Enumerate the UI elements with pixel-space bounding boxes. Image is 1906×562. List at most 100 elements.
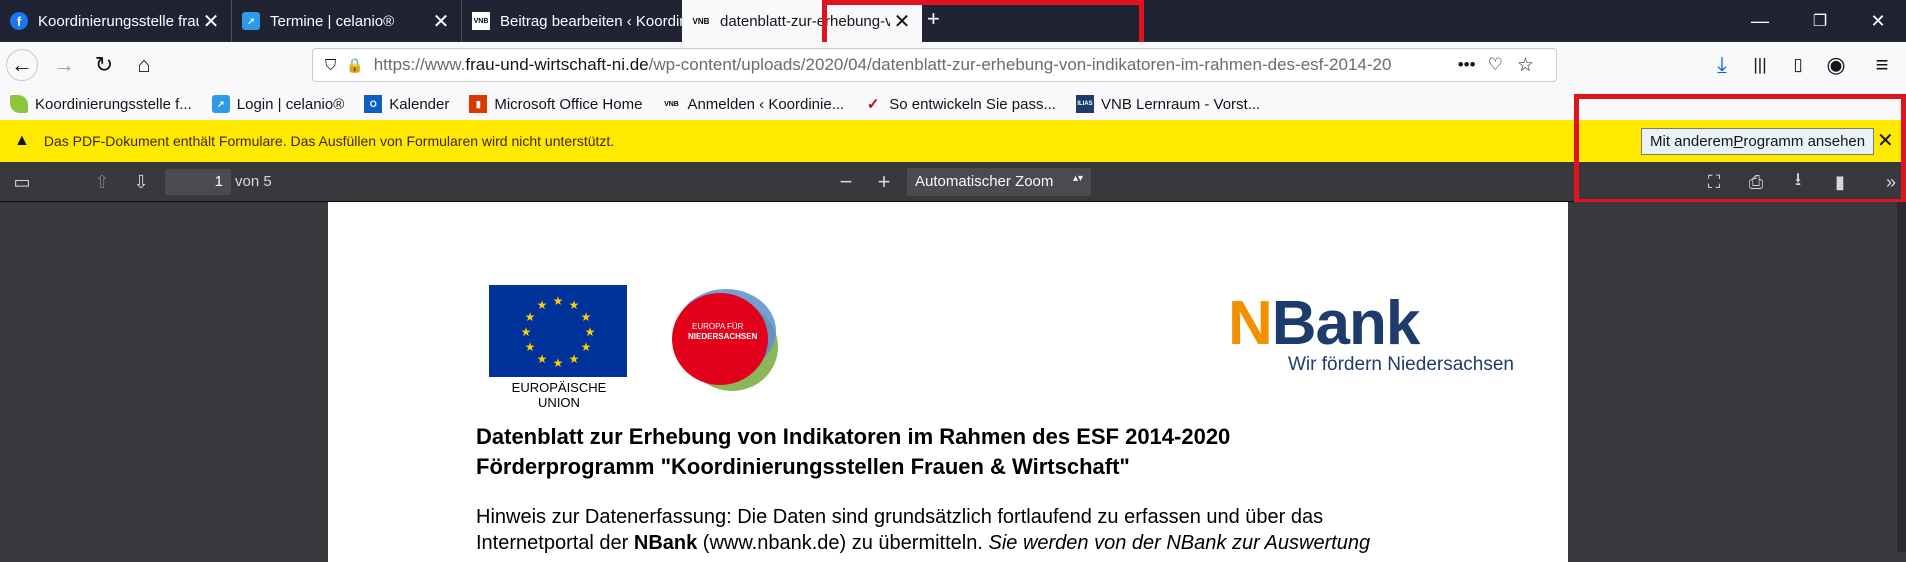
bookmark-star-icon[interactable]: ☆: [1517, 54, 1534, 77]
tab-title: Termine | celanio®: [270, 12, 395, 30]
tab-title: datenblatt-zur-erhebung-von-i: [720, 12, 890, 30]
svg-text:★: ★: [569, 352, 580, 366]
bookmark-label: Login | celanio®: [236, 95, 345, 113]
svg-text:★: ★: [553, 294, 564, 308]
restore-icon[interactable]: ❐: [1790, 0, 1850, 42]
bookmark-koordinierungsstelle[interactable]: Koordinierungsstelle f...: [10, 95, 192, 113]
nbank-logo: NBank: [1228, 288, 1421, 359]
nbank-bold: NBank: [633, 532, 698, 554]
previous-page-icon[interactable]: ⇧: [89, 169, 115, 195]
check-icon: ✓: [866, 96, 880, 113]
bookmark-label: Anmelden ‹ Koordinie...: [687, 95, 845, 113]
minimize-icon[interactable]: —: [1730, 0, 1790, 42]
library-icon[interactable]: |||: [1744, 49, 1776, 81]
sidebar-icon[interactable]: ▯: [1782, 49, 1814, 81]
zoom-in-icon[interactable]: +: [871, 169, 897, 195]
lock-icon[interactable]: 🔒: [346, 57, 363, 74]
open-with-other-program-button[interactable]: Mit anderem Programm ansehen: [1641, 128, 1875, 155]
zoom-out-icon[interactable]: −: [833, 169, 859, 195]
svg-text:★: ★: [537, 298, 548, 312]
tab-beitrag-bearbeiten[interactable]: VNB Beitrag bearbeiten ‹ Koordinier: [462, 0, 682, 42]
button-label-part: Mit anderem: [1650, 133, 1734, 150]
tab-termine[interactable]: ↗ Termine | celanio® ✕: [232, 0, 462, 42]
menu-icon[interactable]: ≡: [1866, 49, 1898, 81]
chevron-updown-icon: ▴▾: [1072, 173, 1083, 184]
ilias-icon: ILIAS: [1075, 95, 1094, 113]
tracking-shield-icon[interactable]: ⛉: [325, 57, 336, 74]
account-icon[interactable]: ◉: [1820, 49, 1852, 81]
page-actions-icon[interactable]: •••: [1458, 55, 1476, 75]
scrollbar[interactable]: [1897, 202, 1906, 552]
download-pdf-icon[interactable]: ⭳: [1785, 169, 1811, 195]
navigation-toolbar: ← → ↻ ⌂ ⛉ 🔒 https://www.frau-und-wirtsch…: [0, 42, 1906, 88]
pocket-icon[interactable]: ♡: [1488, 55, 1503, 75]
nieder-label-2: NIEDERSACHSEN: [688, 332, 758, 341]
vnb-icon: VNB: [472, 12, 490, 30]
bookmark-vnb-lernraum[interactable]: ILIAS VNB Lernraum - Vorst...: [1075, 95, 1260, 113]
url-bar[interactable]: ⛉ 🔒 https://www.frau-und-wirtschaft-ni.d…: [312, 48, 1557, 82]
document-heading: Datenblatt zur Erhebung von Indikatoren …: [476, 422, 1230, 482]
page-number-input[interactable]: 1: [165, 169, 231, 195]
warning-icon: ▲: [14, 132, 30, 149]
button-label-part: rogramm ansehen: [1743, 133, 1866, 150]
bookmark-label: Kalender: [389, 95, 450, 113]
celanio-icon: ↗: [242, 12, 260, 30]
svg-text:★: ★: [537, 352, 548, 366]
nbank-logo-n: N: [1228, 289, 1273, 358]
paragraph-text: Internetportal der: [476, 532, 634, 554]
tab-koordinierungsstelle[interactable]: f Koordinierungsstelle frau+wirtsc ✕: [0, 0, 232, 42]
bookmark-label: Koordinierungsstelle f...: [35, 95, 192, 113]
nbank-logo-rest: Bank: [1271, 289, 1421, 358]
url-path: /wp-content/uploads/2020/04/datenblatt-z…: [648, 55, 1392, 74]
tools-menu-icon[interactable]: »: [1878, 169, 1904, 195]
heading-line-1: Datenblatt zur Erhebung von Indikatoren …: [476, 424, 1231, 449]
tab-title: Beitrag bearbeiten ‹ Koordinier: [500, 12, 682, 30]
europa-fuer-niedersachsen-logo: EUROPA FÜR NIEDERSACHSEN: [662, 285, 782, 395]
downloads-icon[interactable]: ⤓: [1706, 49, 1738, 81]
bookmark-login-celanio[interactable]: ↗ Login | celanio®: [211, 95, 345, 113]
outlook-icon: O: [364, 95, 383, 113]
reload-icon[interactable]: ↻: [88, 49, 120, 81]
tab-strip: f Koordinierungsstelle frau+wirtsc ✕ ↗ T…: [0, 0, 1906, 42]
paragraph-line-1: Hinweis zur Datenerfassung: Die Daten si…: [476, 506, 1324, 528]
eu-flag-logo: ★ ★ ★ ★ ★ ★ ★ ★ ★ ★ ★ ★: [489, 285, 627, 377]
svg-text:★: ★: [525, 340, 536, 354]
sidebar-toggle-icon[interactable]: ▭: [9, 169, 35, 195]
presentation-mode-icon[interactable]: ⛶: [1701, 169, 1727, 195]
bookmark-anmelden[interactable]: VNB Anmelden ‹ Koordinie...: [662, 95, 844, 113]
pdf-forms-notification: ▲ Das PDF-Dokument enthält Formulare. Da…: [0, 120, 1906, 162]
forward-icon[interactable]: →: [48, 49, 80, 81]
bookmark-view-icon[interactable]: ▮: [1827, 169, 1853, 195]
close-icon[interactable]: ✕: [890, 9, 914, 33]
tab-datenblatt[interactable]: VNB datenblatt-zur-erhebung-von-i ✕: [682, 0, 922, 42]
next-page-icon[interactable]: ⇩: [128, 169, 154, 195]
bookmark-label: So entwickeln Sie pass...: [889, 95, 1056, 113]
svg-text:★: ★: [585, 325, 596, 339]
new-tab-button[interactable]: +: [927, 6, 940, 32]
window-close-icon[interactable]: ✕: [1848, 0, 1906, 42]
tab-title: Koordinierungsstelle frau+wirtsc: [38, 12, 199, 30]
zoom-select[interactable]: Automatischer Zoom ▴▾: [907, 168, 1091, 196]
office-icon: ▮: [469, 95, 488, 113]
zoom-value: Automatischer Zoom: [915, 173, 1054, 190]
bookmark-office[interactable]: ▮ Microsoft Office Home: [469, 95, 642, 113]
close-icon[interactable]: ✕: [1877, 128, 1894, 153]
url-domain: frau-und-wirtschaft-ni.de: [465, 55, 649, 74]
bookmark-kalender[interactable]: O Kalender: [364, 95, 449, 113]
url-text[interactable]: https://www.frau-und-wirtschaft-ni.de/wp…: [374, 55, 1444, 75]
bookmark-leaf-icon: [10, 95, 28, 113]
heading-line-2: Förderprogramm "Koordinierungsstellen Fr…: [476, 454, 1130, 479]
back-icon[interactable]: ←: [6, 49, 38, 81]
vnb-icon: VNB: [692, 16, 710, 26]
svg-text:★: ★: [553, 356, 564, 370]
print-icon[interactable]: ⎙: [1743, 169, 1769, 195]
close-icon[interactable]: ✕: [429, 9, 453, 33]
close-icon[interactable]: ✕: [199, 9, 223, 33]
nieder-label-1: EUROPA FÜR: [692, 322, 744, 331]
bookmarks-toolbar: Koordinierungsstelle f... ↗ Login | celan…: [0, 88, 1906, 120]
svg-text:★: ★: [581, 310, 592, 324]
home-icon[interactable]: ⌂: [128, 49, 160, 81]
paragraph-italic: Sie werden von der NBank zur Auswertung: [988, 532, 1371, 554]
bookmark-so-entwickeln[interactable]: ✓ So entwickeln Sie pass...: [864, 95, 1056, 114]
vnb-icon: VNB: [664, 100, 679, 108]
